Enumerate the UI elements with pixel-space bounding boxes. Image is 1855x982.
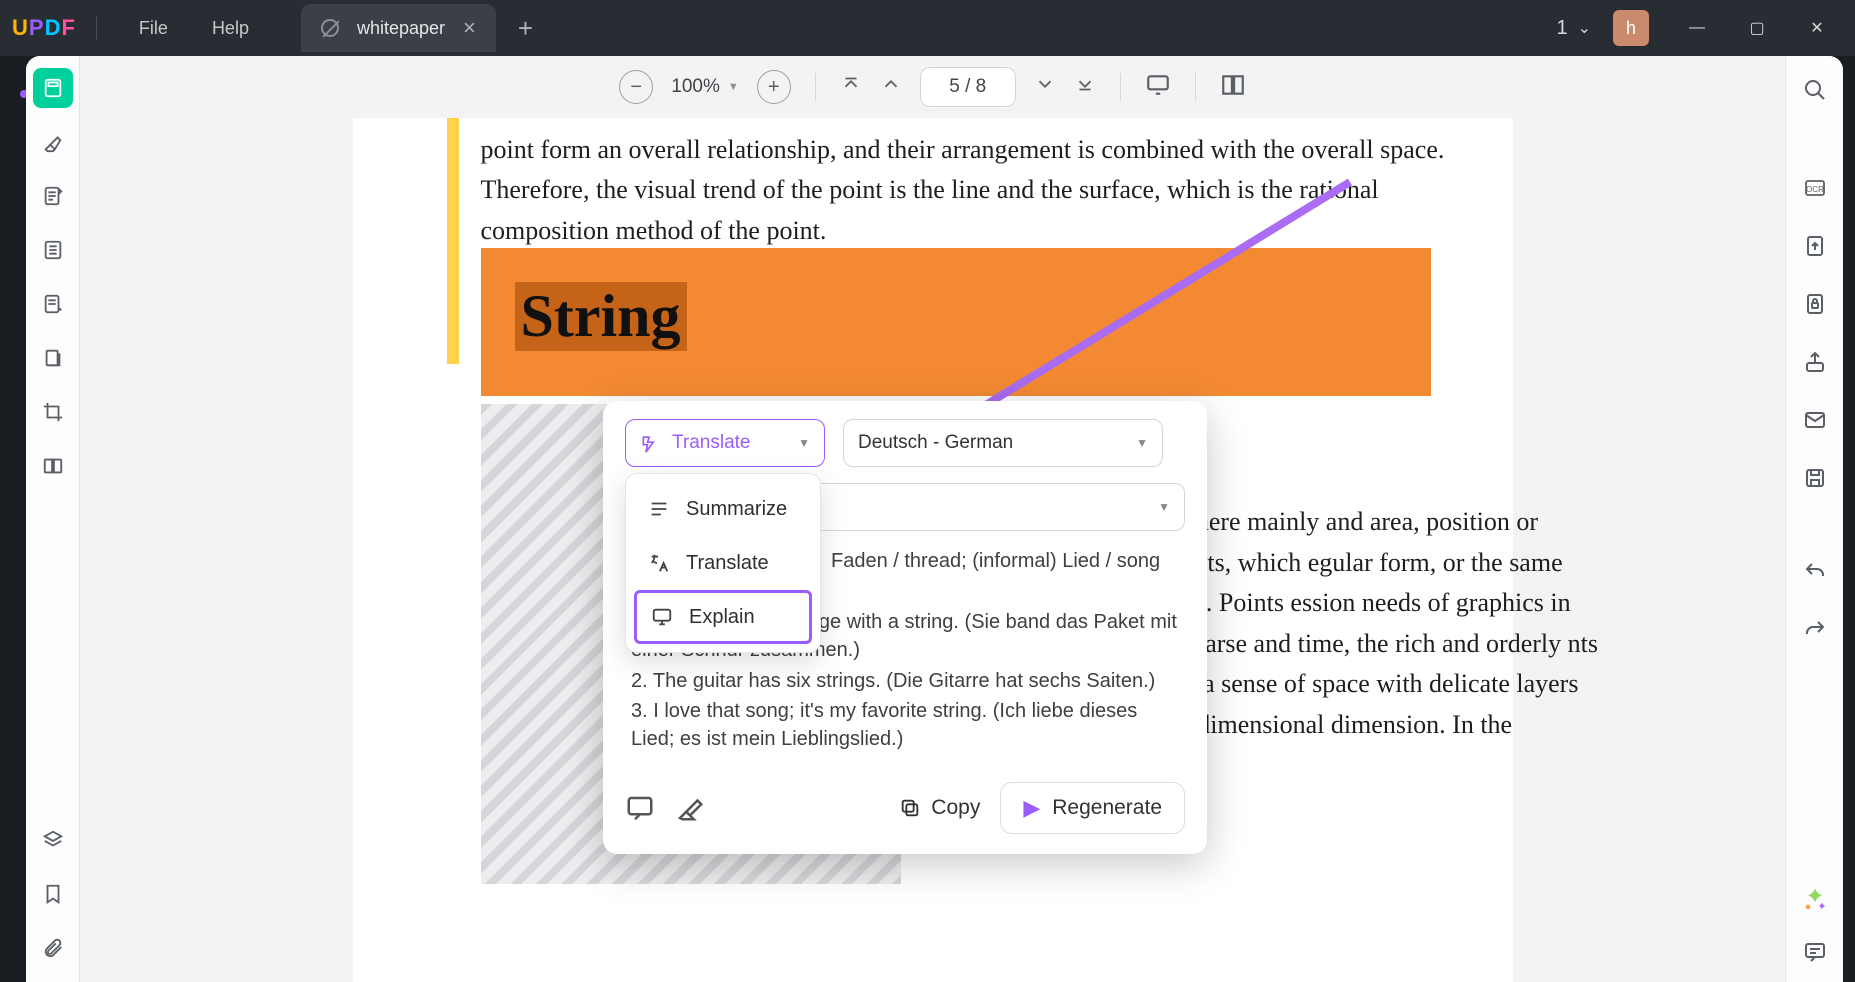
page-number-input[interactable]	[920, 67, 1016, 107]
ai-assistant-icon[interactable]	[1801, 886, 1829, 914]
user-avatar[interactable]: h	[1613, 10, 1649, 46]
text-tool[interactable]	[33, 230, 73, 270]
tab-doc-icon	[321, 19, 339, 37]
center-area: − 100%▼ + point form an overall relation…	[80, 56, 1785, 982]
ocr-button[interactable]: OCR	[1797, 170, 1833, 206]
comments-panel-button[interactable]	[1797, 934, 1833, 970]
redo-button[interactable]	[1797, 612, 1833, 648]
body-paragraph-1: point form an overall relationship, and …	[481, 130, 1481, 251]
note-tool[interactable]	[33, 176, 73, 216]
presentation-button[interactable]	[1145, 72, 1171, 103]
layers-button[interactable]	[33, 820, 73, 860]
zoom-in-button[interactable]: +	[757, 70, 791, 104]
undo-button[interactable]	[1797, 554, 1833, 590]
bookmark-button[interactable]	[33, 874, 73, 914]
section-banner: String	[481, 248, 1431, 396]
ai-panel-footer: Copy ▶ Regenerate	[603, 764, 1207, 854]
menu-file[interactable]: File	[117, 18, 190, 39]
zoom-level[interactable]: 100%▼	[671, 76, 739, 98]
new-tab-button[interactable]: +	[518, 13, 533, 44]
dropdown-explain[interactable]: Explain	[634, 590, 812, 644]
highlight-strip	[447, 118, 459, 364]
example-3: 3. I love that song; it's my favorite st…	[631, 697, 1179, 754]
regenerate-button[interactable]: ▶ Regenerate	[1000, 782, 1185, 834]
menu-help[interactable]: Help	[190, 18, 271, 39]
svg-text:OCR: OCR	[1806, 185, 1824, 194]
document-viewport[interactable]: point form an overall relationship, and …	[80, 118, 1785, 982]
window-minimize-button[interactable]: ―	[1671, 8, 1723, 48]
workspace: − 100%▼ + point form an overall relation…	[26, 56, 1843, 982]
language-label: Deutsch - German	[858, 432, 1013, 454]
convert-button[interactable]	[1797, 228, 1833, 264]
highlighter-tool[interactable]	[33, 122, 73, 162]
dropdown-summarize[interactable]: Summarize	[634, 482, 812, 536]
titlebar: UPDF File Help whitepaper × + 1 ⌄ h ― ▢ …	[0, 0, 1855, 56]
ai-mode-select[interactable]: Translate ▼	[625, 419, 825, 467]
window-maximize-button[interactable]: ▢	[1731, 8, 1783, 48]
last-page-button[interactable]	[1074, 73, 1096, 101]
window-close-button[interactable]: ✕	[1791, 8, 1843, 48]
search-button[interactable]	[1797, 72, 1833, 108]
language-select[interactable]: Deutsch - German ▼	[843, 419, 1163, 467]
dropdown-translate[interactable]: Translate	[634, 536, 812, 590]
selected-text[interactable]: String	[515, 282, 687, 351]
attachment-button[interactable]	[33, 928, 73, 968]
divider	[96, 16, 97, 40]
share-button[interactable]	[1797, 344, 1833, 380]
compare-tool[interactable]	[33, 446, 73, 486]
organize-tool[interactable]	[33, 338, 73, 378]
email-button[interactable]	[1797, 402, 1833, 438]
prev-page-button[interactable]	[880, 73, 902, 101]
two-page-view-button[interactable]	[1220, 72, 1246, 103]
document-tab[interactable]: whitepaper ×	[301, 4, 496, 52]
highlight-icon[interactable]	[675, 793, 705, 823]
save-button[interactable]	[1797, 460, 1833, 496]
thumbnails-tool[interactable]	[33, 68, 73, 108]
protect-button[interactable]	[1797, 286, 1833, 322]
chevron-down-icon[interactable]: ⌄	[1578, 18, 1591, 38]
ai-mode-dropdown: Summarize Translate Explain	[625, 473, 821, 653]
app-logo: UPDF	[12, 15, 76, 41]
view-toolbar: − 100%▼ +	[80, 56, 1785, 118]
comment-icon[interactable]	[625, 793, 655, 823]
next-page-button[interactable]	[1034, 73, 1056, 101]
tab-title: whitepaper	[357, 18, 445, 39]
tab-close-icon[interactable]: ×	[463, 15, 476, 41]
crop-tool[interactable]	[33, 392, 73, 432]
form-tool[interactable]	[33, 284, 73, 324]
ai-mode-label: Translate	[672, 432, 751, 454]
right-sidebar: OCR	[1785, 56, 1843, 982]
ai-assistant-panel: Translate ▼ Deutsch - German ▼ ▼ Summari…	[603, 401, 1207, 854]
notification-count[interactable]: 1	[1556, 17, 1567, 40]
copy-button[interactable]: Copy	[899, 796, 980, 820]
zoom-out-button[interactable]: −	[619, 70, 653, 104]
left-sidebar	[26, 56, 80, 982]
example-2: 2. The guitar has six strings. (Die Gita…	[631, 667, 1179, 695]
first-page-button[interactable]	[840, 73, 862, 101]
